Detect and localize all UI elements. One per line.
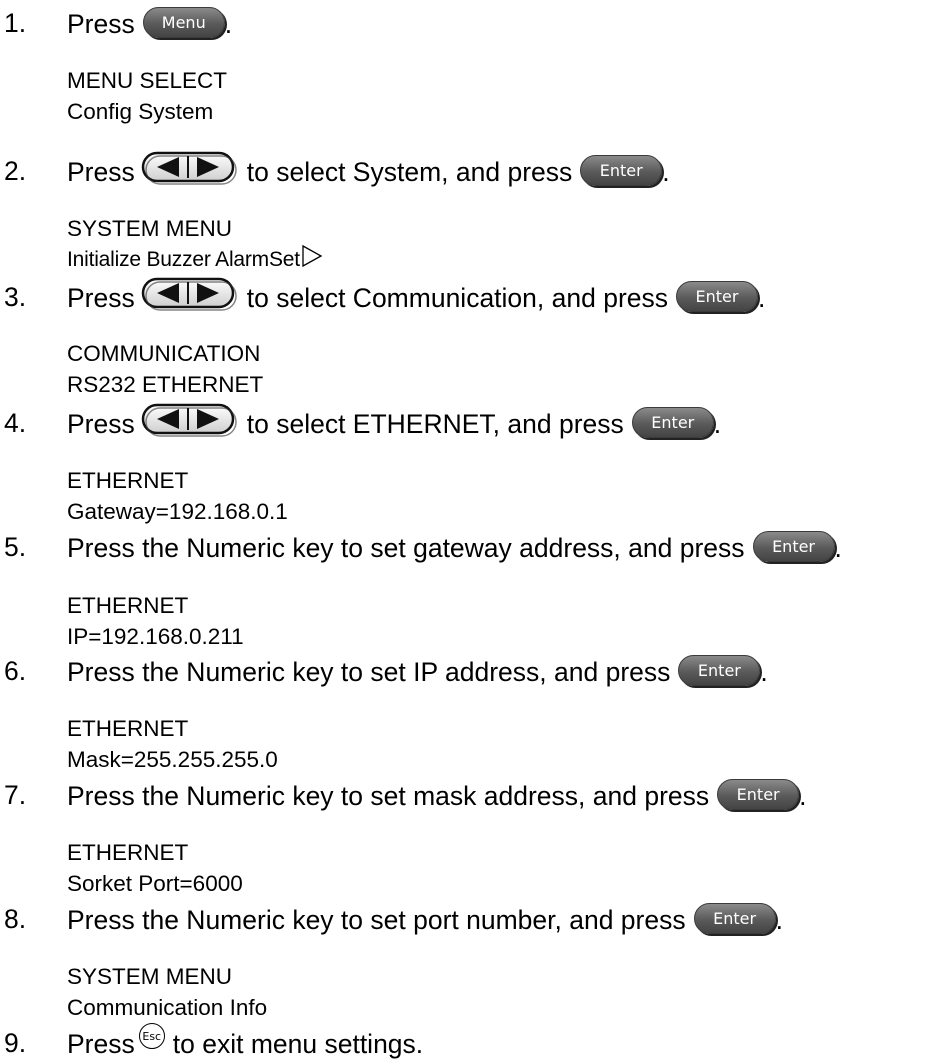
- step-text-press: Press: [67, 408, 135, 439]
- step-text: Press to select System, and press Enter.: [67, 151, 670, 192]
- lcd-line-1: ETHERNET: [67, 468, 189, 493]
- lcd-line-2: Mask=255.255.255.0: [67, 747, 278, 772]
- step-text: Press the Numeric key to set gateway add…: [67, 528, 842, 568]
- step-end: .: [834, 532, 842, 563]
- enter-key: Enter: [693, 902, 776, 934]
- step-text-press: Press: [67, 8, 135, 39]
- lcd-line-1: SYSTEM MENU: [67, 964, 233, 989]
- step-text-mid: to select Communication, and press: [246, 282, 669, 313]
- lcd-line-2: RS232 ETHERNET: [67, 372, 264, 397]
- step-end: .: [799, 780, 807, 811]
- step-text-main: Press the Numeric key to set gateway add…: [67, 532, 745, 563]
- lcd-display-3: COMMUNICATION RS232 ETHERNET: [67, 338, 263, 400]
- lcd-line-1: ETHERNET: [67, 716, 189, 741]
- lcd-line-2-text: Initialize Buzzer AlarmSet: [67, 248, 300, 271]
- menu-key: Menu: [142, 6, 225, 38]
- lcd-line-1: SYSTEM MENU: [67, 216, 233, 241]
- step-text: Press to select Communication, and press…: [67, 277, 766, 318]
- step-end: .: [713, 408, 722, 439]
- step-text-mid: to select System, and press: [246, 156, 573, 187]
- step-text-main: Press the Numeric key to set mask addres…: [67, 780, 710, 811]
- lcd-display-7: ETHERNET Sorket Port=6000: [67, 837, 243, 899]
- step-text: Press to select ETHERNET, and press Ente…: [67, 403, 722, 444]
- step-number: 7.: [4, 780, 27, 810]
- lcd-line-1: COMMUNICATION: [67, 341, 261, 366]
- enter-key: Enter: [676, 280, 759, 312]
- lcd-display-4: ETHERNET Gateway=192.168.0.1: [67, 465, 288, 527]
- lcd-line-1: ETHERNET: [67, 840, 189, 865]
- step-text-press: Press: [67, 282, 135, 313]
- esc-key-icon: Esc: [138, 1023, 165, 1049]
- step-text-mid: to exit menu settings.: [172, 1028, 424, 1059]
- step-text: Press the Numeric key to set IP address,…: [67, 652, 768, 692]
- step-text-press: Press: [67, 156, 135, 187]
- step-end: .: [775, 904, 783, 935]
- step-number: 4.: [4, 408, 27, 438]
- enter-key: Enter: [752, 530, 835, 562]
- lcd-line-2: Communication Info: [67, 995, 268, 1020]
- lcd-line-1: MENU SELECT: [67, 68, 228, 93]
- step-end: .: [760, 656, 768, 687]
- step-number: 3.: [4, 282, 27, 312]
- step-text-main: Press the Numeric key to set port number…: [67, 904, 686, 935]
- enter-key: Enter: [631, 406, 714, 438]
- lcd-line-2: Initialize Buzzer AlarmSet: [67, 244, 324, 275]
- step-text: Press the Numeric key to set mask addres…: [67, 776, 807, 816]
- lcd-display-8: SYSTEM MENU Communication Info: [67, 961, 267, 1023]
- step-number: 9.: [4, 1028, 27, 1058]
- enter-key: Enter: [580, 154, 663, 186]
- step-number: 8.: [4, 904, 27, 934]
- step-text-press: Press: [67, 1028, 135, 1059]
- lcd-display-6: ETHERNET Mask=255.255.255.0: [67, 713, 278, 775]
- lcd-line-1: ETHERNET: [67, 593, 189, 618]
- step-text: Press Esc to exit menu settings.: [67, 1023, 424, 1064]
- step-text-mid: to select ETHERNET, and press: [246, 408, 624, 439]
- lcd-display-1: MENU SELECT Config System: [67, 65, 227, 127]
- lcd-line-2: Gateway=192.168.0.1: [67, 499, 288, 524]
- enter-key: Enter: [678, 654, 761, 686]
- enter-key: Enter: [717, 778, 800, 810]
- left-right-arrow-keys-icon: [141, 403, 237, 437]
- lcd-line-2: Config System: [67, 99, 214, 124]
- left-right-arrow-keys-icon: [141, 277, 237, 311]
- step-number: 1.: [4, 8, 27, 38]
- step-end: .: [224, 8, 233, 39]
- lcd-display-2: SYSTEM MENU Initialize Buzzer AlarmSet: [67, 213, 324, 275]
- step-text: Press the Numeric key to set port number…: [67, 900, 783, 940]
- step-end: .: [758, 282, 766, 313]
- step-end: .: [662, 156, 670, 187]
- lcd-line-2: IP=192.168.0.211: [67, 624, 244, 649]
- left-right-arrow-keys-icon: [141, 151, 237, 185]
- step-number: 6.: [4, 656, 27, 686]
- step-text-main: Press the Numeric key to set IP address,…: [67, 656, 671, 687]
- lcd-display-5: ETHERNET IP=192.168.0.211: [67, 590, 244, 652]
- triangle-right-icon: [302, 244, 323, 268]
- step-number: 5.: [4, 532, 27, 562]
- lcd-line-2: Sorket Port=6000: [67, 871, 243, 896]
- step-text: Press Menu.: [67, 4, 232, 44]
- step-number: 2.: [4, 156, 27, 186]
